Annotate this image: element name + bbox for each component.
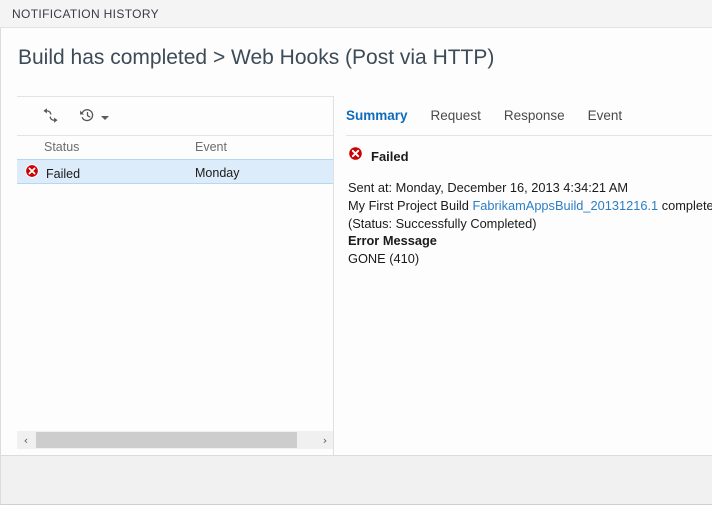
list-rows: Failed Monday: [17, 159, 334, 427]
detail-tabs: Summary Request Response Event: [346, 96, 712, 136]
error-icon: [25, 164, 39, 183]
refresh-icon: [42, 107, 59, 127]
summary-status: Failed: [348, 146, 409, 166]
summary-status-text: Failed: [371, 148, 409, 164]
column-header-event[interactable]: Event: [195, 140, 227, 154]
build-link[interactable]: FabrikamAppsBuild_20131216.1: [472, 198, 658, 213]
history-clock-icon: [79, 107, 96, 127]
scroll-left-arrow-icon[interactable]: ‹: [17, 431, 35, 449]
row-status-text: Failed: [46, 166, 81, 181]
scroll-right-arrow-icon[interactable]: ›: [316, 431, 334, 449]
refresh-button[interactable]: [40, 105, 61, 129]
list-toolbar: [17, 96, 334, 136]
summary-message: My First Project Build FabrikamAppsBuild…: [348, 197, 712, 233]
scrollbar-thumb[interactable]: [36, 432, 297, 448]
error-message-title: Error Message: [348, 233, 437, 248]
dialog-footer: [0, 455, 712, 505]
tab-request[interactable]: Request: [431, 108, 481, 123]
notification-list-pane: Status Event Failed Monday: [17, 96, 334, 428]
tab-summary[interactable]: Summary: [346, 108, 408, 123]
horizontal-scrollbar[interactable]: ‹ ›: [17, 431, 334, 449]
summary-body: Sent at: Monday, December 16, 2013 4:34:…: [348, 179, 712, 233]
page-title: Build has completed > Web Hooks (Post vi…: [18, 46, 495, 69]
tab-event[interactable]: Event: [588, 108, 623, 123]
row-status-cell: Failed: [25, 164, 80, 183]
row-event-text: Monday: [195, 166, 240, 180]
error-message-value: GONE (410): [348, 251, 420, 266]
summary-message-prefix: My First Project Build: [348, 198, 473, 213]
row-event-cell: Monday: [195, 164, 239, 182]
detail-pane: Summary Request Response Event Failed Se…: [346, 96, 712, 479]
error-icon: [348, 146, 363, 166]
dialog-body: Build has completed > Web Hooks (Post vi…: [0, 28, 712, 479]
notification-history-dialog: NOTIFICATION HISTORY Build has completed…: [0, 0, 712, 505]
table-row[interactable]: Failed Monday: [17, 159, 334, 184]
window-title: NOTIFICATION HISTORY: [12, 7, 160, 21]
tab-response[interactable]: Response: [504, 108, 565, 123]
history-filter-button[interactable]: [77, 105, 111, 129]
window-titlebar: NOTIFICATION HISTORY: [0, 0, 712, 28]
list-column-headers: Status Event: [17, 137, 334, 158]
chevron-down-icon: [101, 116, 109, 120]
summary-sent-at: Sent at: Monday, December 16, 2013 4:34:…: [348, 180, 629, 195]
summary-panel: Failed Sent at: Monday, December 16, 201…: [346, 136, 712, 479]
column-header-status[interactable]: Status: [44, 140, 79, 154]
pane-divider: [333, 96, 334, 479]
